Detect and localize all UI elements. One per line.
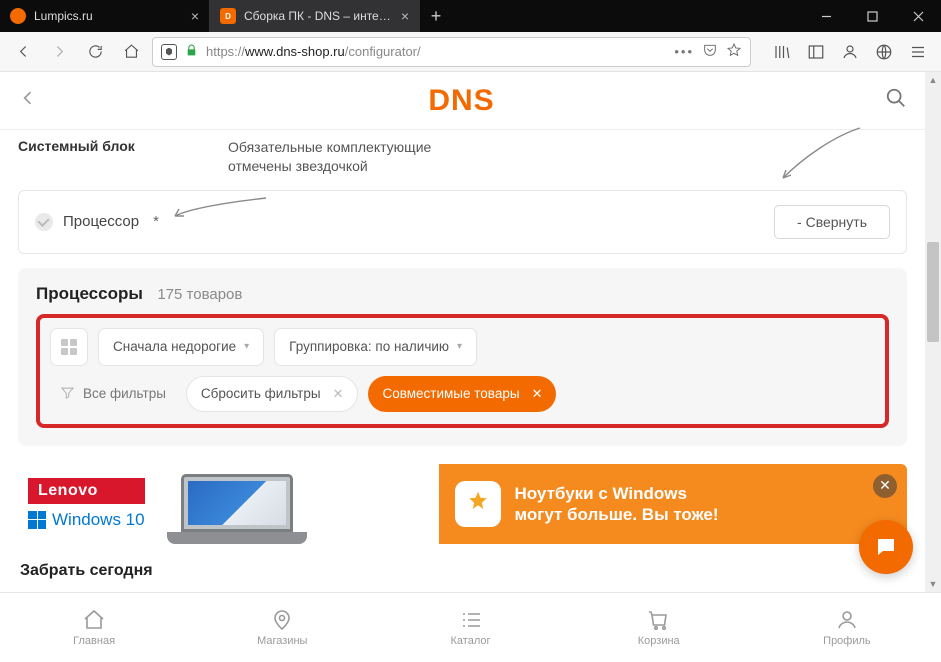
bookmark-star-icon[interactable]: [726, 42, 742, 61]
nav-home[interactable]: [116, 37, 146, 67]
filter-icon: [60, 385, 75, 403]
menu-icon[interactable]: [903, 37, 933, 67]
banner-close-icon[interactable]: ✕: [873, 474, 897, 498]
grid-icon: [61, 339, 77, 355]
banner-text: Ноутбуки с Windowsмогут больше. Вы тоже!: [515, 483, 719, 526]
sort-dropdown[interactable]: Сначала недорогие▾: [98, 328, 264, 366]
section-title: Системный блок: [18, 138, 208, 176]
windows-logo: Windows 10: [28, 510, 145, 530]
lenovo-logo: Lenovo: [28, 478, 145, 504]
scroll-thumb[interactable]: [927, 242, 939, 342]
window-minimize[interactable]: [803, 0, 849, 32]
nav-profile[interactable]: Профиль: [753, 593, 941, 662]
component-label: Процессор: [63, 213, 139, 230]
browser-tab-2[interactable]: D Сборка ПК - DNS – интернет м ×: [210, 0, 420, 32]
window-close[interactable]: [895, 0, 941, 32]
nav-reload[interactable]: [80, 37, 110, 67]
star-badge-icon: [455, 481, 501, 527]
view-grid-toggle[interactable]: [50, 328, 88, 366]
required-star: *: [153, 213, 159, 230]
favicon: [10, 8, 26, 24]
shield-icon[interactable]: [161, 44, 177, 60]
collapse-button[interactable]: - Свернуть: [774, 205, 890, 239]
close-icon[interactable]: ✕: [532, 386, 543, 402]
window-maximize[interactable]: [849, 0, 895, 32]
library-icon[interactable]: [767, 37, 797, 67]
pickup-heading: Забрать сегодня: [20, 562, 905, 580]
chevron-down-icon: ▾: [457, 341, 462, 352]
page-actions-icon[interactable]: •••: [674, 44, 694, 59]
pocket-icon[interactable]: [702, 42, 718, 61]
site-logo[interactable]: DNS: [38, 84, 885, 118]
url-text: https://www.dns-shop.ru/configurator/: [206, 44, 666, 59]
nav-catalog[interactable]: Каталог: [376, 593, 564, 662]
laptop-image: [167, 474, 307, 544]
product-panel: Процессоры 175 товаров Сначала недорогие…: [18, 268, 907, 446]
check-icon: [35, 213, 53, 231]
lock-icon: [185, 44, 198, 60]
page-content: DNS Системный блок Обязательные комплект…: [0, 72, 925, 592]
browser-toolbar: https://www.dns-shop.ru/configurator/ ••…: [0, 32, 941, 72]
all-filters-button[interactable]: Все фильтры: [50, 376, 176, 412]
section-note: Обязательные комплектующиеотмечены звезд…: [228, 138, 431, 176]
close-tab-icon[interactable]: ×: [191, 8, 199, 24]
nav-cart[interactable]: Корзина: [565, 593, 753, 662]
tab-label: Lumpics.ru: [34, 9, 93, 23]
panel-title: Процессоры: [36, 284, 143, 303]
favicon: D: [220, 8, 236, 24]
highlighted-controls: Сначала недорогие▾ Группировка: по налич…: [36, 314, 889, 428]
chat-fab[interactable]: [859, 520, 913, 574]
browser-tab-1[interactable]: Lumpics.ru ×: [0, 0, 210, 32]
sidebar-icon[interactable]: [801, 37, 831, 67]
address-bar[interactable]: https://www.dns-shop.ru/configurator/ ••…: [152, 37, 751, 67]
close-icon[interactable]: ✕: [333, 386, 344, 402]
component-row-processor: Процессор * - Свернуть: [18, 190, 907, 254]
tab-label: Сборка ПК - DNS – интернет м: [244, 9, 393, 23]
extensions-icon[interactable]: [869, 37, 899, 67]
nav-home[interactable]: Главная: [0, 593, 188, 662]
panel-count: 175 товаров: [157, 286, 242, 303]
scroll-up-icon[interactable]: ▲: [925, 72, 941, 88]
account-icon[interactable]: [835, 37, 865, 67]
search-icon[interactable]: [885, 87, 907, 114]
site-header: DNS: [0, 72, 925, 130]
nav-stores[interactable]: Магазины: [188, 593, 376, 662]
grouping-dropdown[interactable]: Группировка: по наличию▾: [274, 328, 477, 366]
new-tab-button[interactable]: +: [420, 0, 452, 32]
promo-banner[interactable]: Lenovo Windows 10 Ноутбуки с Windowsмогу…: [18, 464, 907, 544]
scroll-down-icon[interactable]: ▼: [925, 576, 941, 592]
bottom-nav: Главная Магазины Каталог Корзина Профиль: [0, 592, 941, 662]
chevron-down-icon: ▾: [244, 341, 249, 352]
compatible-filter-chip[interactable]: Совместимые товары✕: [368, 376, 556, 412]
reset-filters-chip[interactable]: Сбросить фильтры✕: [186, 376, 359, 412]
vertical-scrollbar[interactable]: ▲ ▼: [925, 72, 941, 592]
nav-back[interactable]: [8, 37, 38, 67]
nav-forward[interactable]: [44, 37, 74, 67]
window-titlebar: Lumpics.ru × D Сборка ПК - DNS – интерне…: [0, 0, 941, 32]
site-back-button[interactable]: [18, 88, 38, 113]
close-tab-icon[interactable]: ×: [401, 8, 409, 24]
